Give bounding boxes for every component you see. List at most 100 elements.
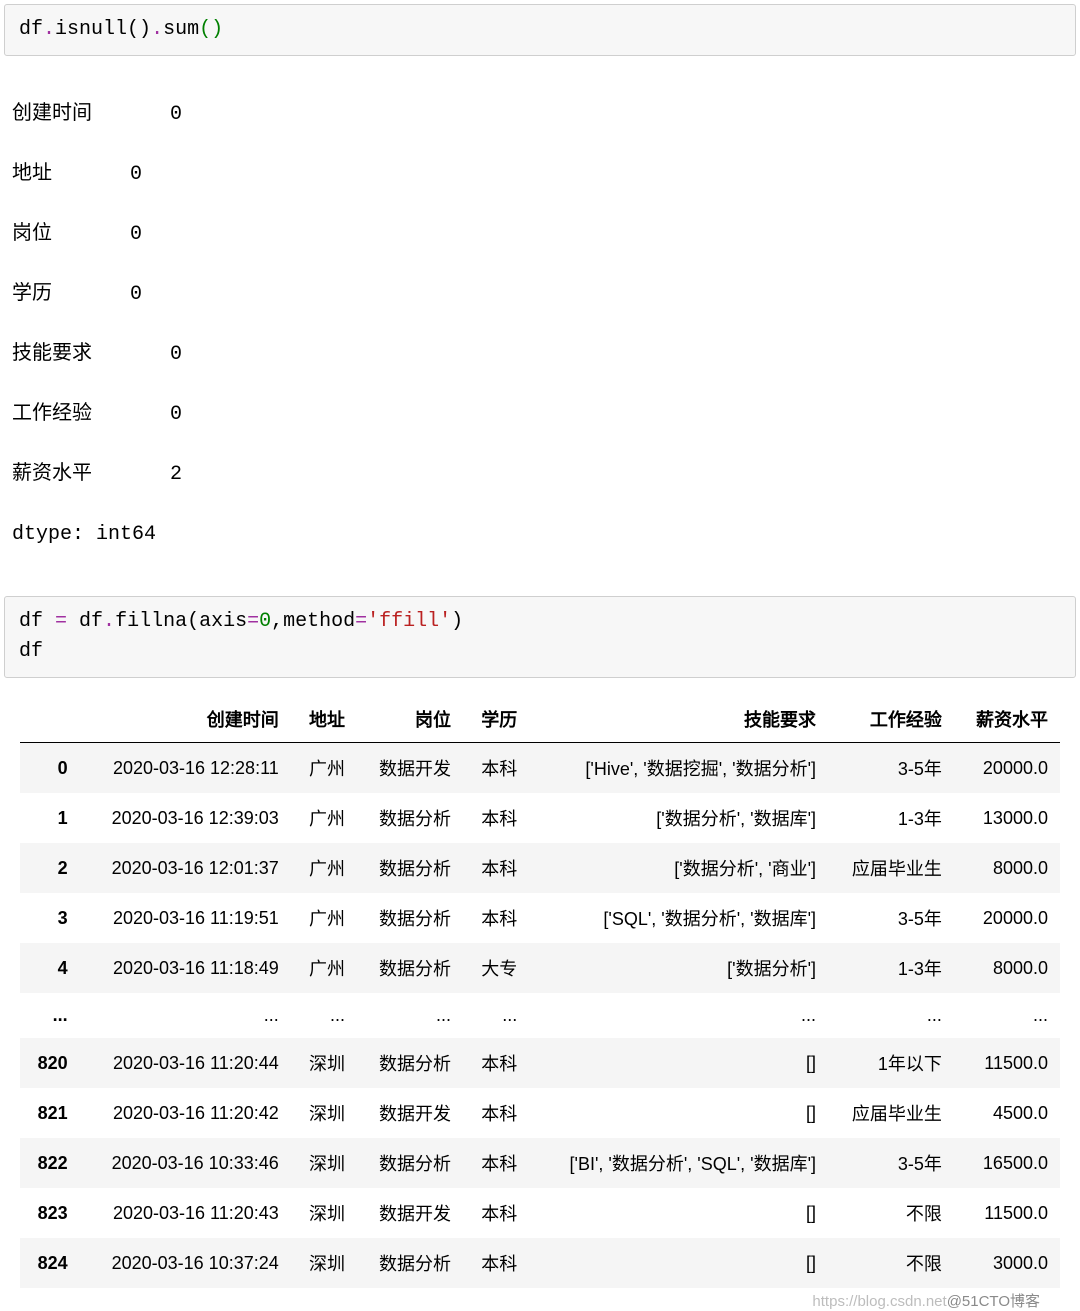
- output-row: 工作经验0: [12, 400, 1068, 430]
- output-row: 地址0: [12, 160, 1068, 190]
- cell: 2020-03-16 11:19:51: [80, 893, 291, 943]
- dataframe-table: 创建时间 地址 岗位 学历 技能要求 工作经验 薪资水平 02020-03-16…: [20, 696, 1060, 1288]
- output-key: 创建时间: [12, 100, 122, 130]
- cell: 1-3年: [828, 943, 954, 993]
- row-index: 820: [20, 1038, 80, 1088]
- col-header: 地址: [291, 696, 357, 743]
- cell: 11500.0: [954, 1188, 1060, 1238]
- cell: 16500.0: [954, 1138, 1060, 1188]
- output-row: 技能要求0: [12, 340, 1068, 370]
- cell: ['SQL', '数据分析', '数据库']: [529, 893, 828, 943]
- watermark: https://blog.csdn.net@51CTO博客: [0, 1290, 1080, 1311]
- code-cell-2[interactable]: df = df.fillna(axis=0,method='ffill') df: [4, 596, 1076, 678]
- cell: ...: [529, 993, 828, 1038]
- table-header-row: 创建时间 地址 岗位 学历 技能要求 工作经验 薪资水平: [20, 696, 1060, 743]
- output-val: 0: [122, 340, 182, 370]
- col-index: [20, 696, 80, 743]
- code-token: df: [67, 610, 103, 633]
- cell: 广州: [291, 843, 357, 893]
- output-row: 岗位0: [12, 220, 1068, 250]
- cell: 深圳: [291, 1088, 357, 1138]
- cell: 应届毕业生: [828, 1088, 954, 1138]
- cell: 1年以下: [828, 1038, 954, 1088]
- cell: []: [529, 1188, 828, 1238]
- cell: 2020-03-16 11:20:43: [80, 1188, 291, 1238]
- output-val: 0: [122, 160, 142, 190]
- table-row: 8202020-03-16 11:20:44深圳数据分析本科[]1年以下1150…: [20, 1038, 1060, 1088]
- row-index: ...: [20, 993, 80, 1038]
- cell: 2020-03-16 11:20:44: [80, 1038, 291, 1088]
- cell: 不限: [828, 1238, 954, 1288]
- code-token: .: [103, 610, 115, 633]
- code-token: (: [199, 18, 211, 41]
- code-token: (): [127, 18, 151, 41]
- cell: 大专: [463, 943, 529, 993]
- table-row: 8212020-03-16 11:20:42深圳数据开发本科[]应届毕业生450…: [20, 1088, 1060, 1138]
- code-token: df: [19, 640, 43, 663]
- table-row: 8222020-03-16 10:33:46深圳数据分析本科['BI', '数据…: [20, 1138, 1060, 1188]
- col-header: 创建时间: [80, 696, 291, 743]
- cell: 数据分析: [357, 1038, 463, 1088]
- col-header: 工作经验: [828, 696, 954, 743]
- code-token: sum: [163, 18, 199, 41]
- cell: 1-3年: [828, 793, 954, 843]
- code-token: =: [355, 610, 367, 633]
- output-row: 学历0: [12, 280, 1068, 310]
- cell: 本科: [463, 843, 529, 893]
- cell: 2020-03-16 12:39:03: [80, 793, 291, 843]
- cell: 广州: [291, 793, 357, 843]
- cell: 数据分析: [357, 793, 463, 843]
- watermark-right: @51CTO博客: [947, 1293, 1040, 1310]
- output-key: 工作经验: [12, 400, 122, 430]
- cell: 本科: [463, 1038, 529, 1088]
- cell: 本科: [463, 743, 529, 794]
- table-row: 8242020-03-16 10:37:24深圳数据分析本科[]不限3000.0: [20, 1238, 1060, 1288]
- output-val: 0: [122, 220, 142, 250]
- cell: 深圳: [291, 1138, 357, 1188]
- col-header: 学历: [463, 696, 529, 743]
- table-row: 8232020-03-16 11:20:43深圳数据开发本科[]不限11500.…: [20, 1188, 1060, 1238]
- cell: []: [529, 1038, 828, 1088]
- cell: 2020-03-16 12:01:37: [80, 843, 291, 893]
- code-token: (axis: [187, 610, 247, 633]
- output-isnull-sum: 创建时间0 地址0 岗位0 学历0 技能要求0 工作经验0 薪资水平2 dtyp…: [0, 66, 1080, 592]
- output-key: 岗位: [12, 220, 122, 250]
- table-row: 32020-03-16 11:19:51广州数据分析本科['SQL', '数据分…: [20, 893, 1060, 943]
- cell: 不限: [828, 1188, 954, 1238]
- table-row: 42020-03-16 11:18:49广州数据分析大专['数据分析']1-3年…: [20, 943, 1060, 993]
- cell: 本科: [463, 1138, 529, 1188]
- code-token: df: [19, 18, 43, 41]
- code-token: 0: [259, 610, 271, 633]
- cell: 2020-03-16 10:37:24: [80, 1238, 291, 1288]
- row-index: 2: [20, 843, 80, 893]
- cell: ['BI', '数据分析', 'SQL', '数据库']: [529, 1138, 828, 1188]
- cell: 本科: [463, 1238, 529, 1288]
- col-header: 技能要求: [529, 696, 828, 743]
- code-token: fillna: [115, 610, 187, 633]
- code-token: ): [451, 610, 463, 633]
- cell: 数据分析: [357, 1238, 463, 1288]
- code-cell-1[interactable]: df.isnull().sum(): [4, 4, 1076, 56]
- cell: 3000.0: [954, 1238, 1060, 1288]
- cell: 深圳: [291, 1038, 357, 1088]
- col-header: 岗位: [357, 696, 463, 743]
- cell: 广州: [291, 943, 357, 993]
- output-val: 0: [122, 280, 142, 310]
- output-row: 薪资水平2: [12, 460, 1068, 490]
- output-key: 学历: [12, 280, 122, 310]
- row-index: 824: [20, 1238, 80, 1288]
- code-token: .: [151, 18, 163, 41]
- cell: 2020-03-16 11:18:49: [80, 943, 291, 993]
- watermark-left: https://blog.csdn.net: [812, 1293, 946, 1310]
- cell: 数据分析: [357, 843, 463, 893]
- cell: 数据分析: [357, 893, 463, 943]
- output-key: 地址: [12, 160, 122, 190]
- cell: 20000.0: [954, 743, 1060, 794]
- output-key: 技能要求: [12, 340, 122, 370]
- code-token: 'ffill': [367, 610, 451, 633]
- col-header: 薪资水平: [954, 696, 1060, 743]
- row-index: 4: [20, 943, 80, 993]
- code-token: =: [247, 610, 259, 633]
- cell: 3-5年: [828, 743, 954, 794]
- table-row: 22020-03-16 12:01:37广州数据分析本科['数据分析', '商业…: [20, 843, 1060, 893]
